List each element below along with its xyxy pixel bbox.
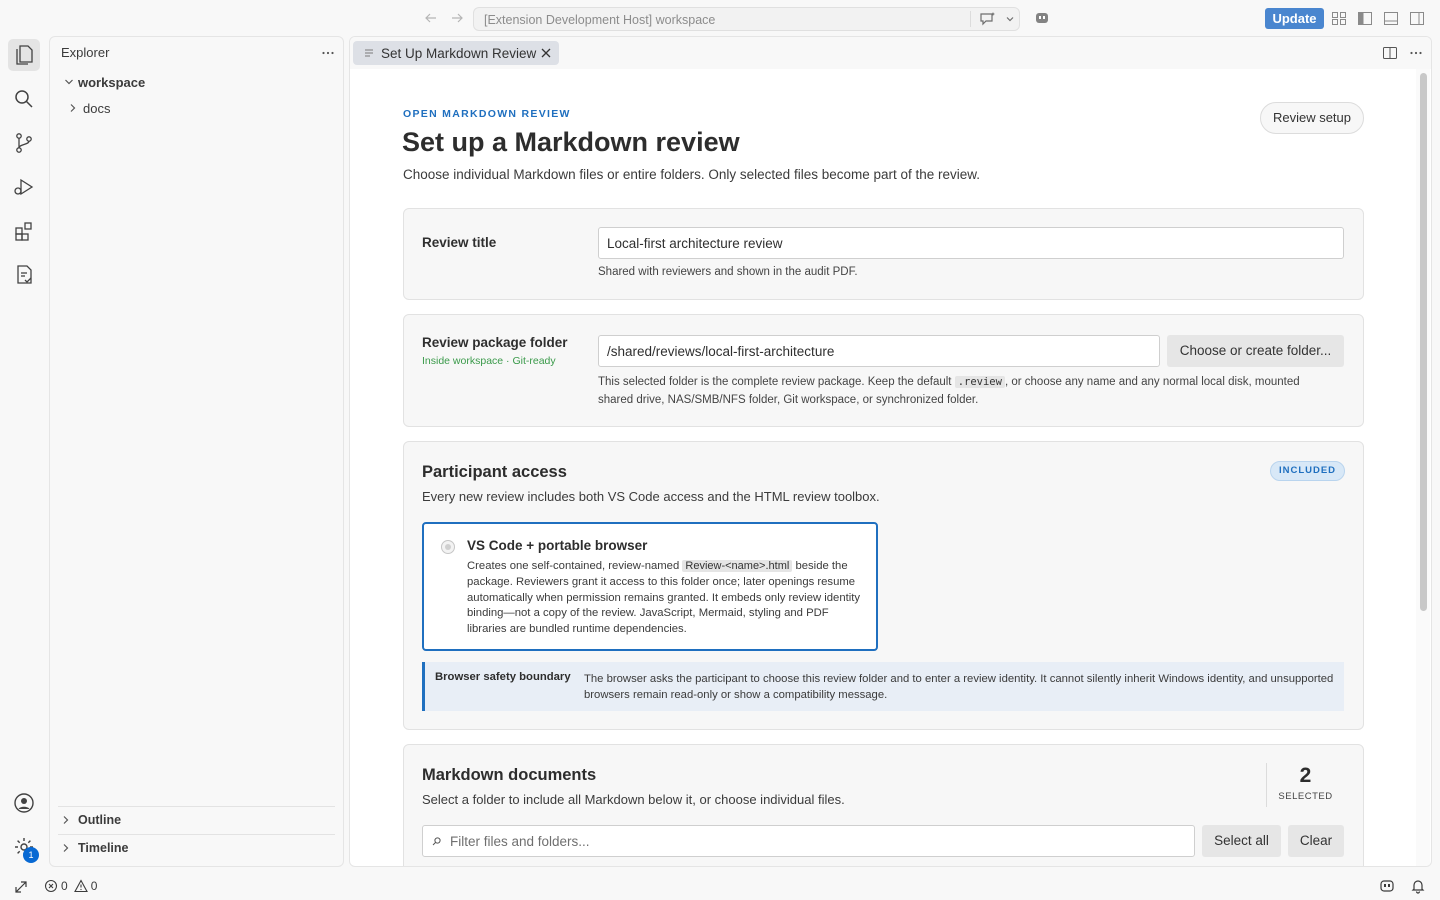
review-title-hint: Shared with reviewers and shown in the a… [598,266,858,278]
more-actions-icon[interactable] [1408,45,1424,61]
safety-label: Browser safety boundary [435,671,571,683]
chevron-down-icon [61,74,77,90]
documents-subtitle: Select a folder to include all Markdown … [422,792,845,807]
participant-access-title: Participant access [422,463,567,481]
choose-folder-button[interactable]: Choose or create folder... [1167,335,1344,367]
copilot-status-icon[interactable] [1379,878,1395,894]
activity-bar: 1 [0,36,48,867]
chevron-down-icon[interactable] [1004,13,1016,25]
review-setup-button[interactable]: Review setup [1260,102,1364,134]
package-folder-status: Inside workspace · Git-ready [422,355,556,367]
customize-layout-icon[interactable] [1331,11,1347,26]
title-bar: [Extension Development Host] workspace U… [0,0,1440,36]
toggle-panel-icon[interactable] [1383,11,1399,26]
package-folder-label: Review package folder [422,335,568,350]
page-subtitle: Choose individual Markdown files or enti… [403,167,981,182]
explorer-icon[interactable] [8,39,40,71]
command-center[interactable]: [Extension Development Host] workspace [473,7,1020,31]
documents-title: Markdown documents [422,766,597,784]
run-debug-icon[interactable] [8,171,40,203]
toggle-secondary-sidebar-icon[interactable] [1409,11,1425,26]
vscode-portable-browser-option[interactable]: VS Code + portable browser Creates one s… [422,522,878,651]
filter-files-input[interactable]: Filter files and folders... [422,825,1195,857]
error-count: 0 [61,879,68,893]
status-bar: 0 0 [0,872,1440,900]
chat-icon[interactable] [979,11,997,27]
command-center-text: [Extension Development Host] workspace [484,13,716,27]
selected-count-number: 2 [1299,764,1312,787]
editor-area: Set Up Markdown Review OPEN MARKDOWN REV… [349,36,1432,867]
sidebar-title: Explorer [61,45,110,60]
hint-line1-suffix: , or choose any name and any normal loca… [1004,376,1300,388]
preview-file-icon [362,46,376,60]
hint-prefix: This selected folder is the complete rev… [598,376,955,388]
hint-line2: shared drive, NAS/SMB/NFS folder, Git wo… [598,394,979,406]
update-button[interactable]: Update [1265,8,1324,29]
timeline-label: Timeline [78,840,129,855]
option-radio[interactable] [441,540,455,554]
markdown-review-icon[interactable] [8,259,40,291]
package-folder-hint: This selected folder is the complete rev… [598,373,1348,409]
review-title-label: Review title [422,235,497,250]
browser-safety-callout: Browser safety boundary The browser asks… [422,662,1344,711]
selected-count: 2 SELECTED [1266,763,1344,807]
outline-section[interactable]: Outline [58,806,335,832]
chevron-right-icon [58,812,74,828]
included-badge: INCLUDED [1270,461,1345,481]
close-icon[interactable] [539,46,553,60]
notifications-bell-icon[interactable] [1410,878,1426,894]
option-desc-prefix: Creates one self-contained, review-named [467,560,683,572]
tree-item-label: docs [83,100,111,116]
back-arrow-icon[interactable] [423,10,439,26]
tree-root-label: workspace [78,74,146,90]
option-title: VS Code + portable browser [467,538,648,553]
page-title: Set up a Markdown review [402,127,740,157]
markdown-documents-card: Markdown documents Select a folder to in… [403,744,1364,866]
select-all-button[interactable]: Select all [1202,825,1281,857]
remote-indicator-icon[interactable] [13,879,29,895]
participant-access-subtitle: Every new review includes both VS Code a… [422,489,880,504]
search-icon[interactable] [8,83,40,115]
command-center-divider [970,11,971,27]
tab-set-up-markdown-review[interactable]: Set Up Markdown Review [353,41,559,65]
copilot-icon[interactable] [1033,10,1051,26]
tree-root-workspace[interactable]: workspace [61,71,145,93]
extensions-icon[interactable] [8,215,40,247]
filter-placeholder: Filter files and folders... [450,834,590,849]
source-control-icon[interactable] [8,127,40,159]
eyebrow-label: OPEN MARKDOWN REVIEW [403,108,571,120]
problems-indicator[interactable]: 0 0 [44,878,97,894]
tab-strip: Set Up Markdown Review [350,37,1431,69]
hint-code: .review [954,376,1005,388]
option-desc-code: Review-<name>.html [682,560,793,572]
review-title-input[interactable]: Local-first architecture review [598,227,1344,259]
warning-count: 0 [90,879,98,893]
explorer-sidebar: Explorer workspace docs Outline Timeline [49,36,344,867]
forward-arrow-icon[interactable] [449,10,465,26]
timeline-section[interactable]: Timeline [58,834,335,860]
search-icon [431,836,442,847]
error-icon [44,879,61,893]
tab-label: Set Up Markdown Review [381,45,537,61]
split-editor-icon[interactable] [1382,45,1398,61]
chevron-right-icon [58,840,74,856]
more-actions-icon[interactable] [320,45,336,61]
chevron-right-icon [65,100,81,116]
package-folder-input[interactable]: /shared/reviews/local-first-architecture [598,335,1160,367]
toggle-primary-sidebar-icon[interactable] [1357,11,1373,26]
package-folder-card: Review package folder Inside workspace ·… [403,314,1364,427]
outline-label: Outline [78,812,122,827]
clear-button[interactable]: Clear [1288,825,1344,857]
scrollbar-thumb[interactable] [1420,73,1427,611]
tree-item-docs[interactable]: docs [65,97,110,119]
account-icon[interactable] [8,787,40,819]
warning-icon [73,879,91,893]
option-description: Creates one self-contained, review-named… [467,559,867,638]
settings-badge: 1 [23,847,39,863]
review-title-card: Review title Local-first architecture re… [403,208,1364,300]
safety-text: The browser asks the participant to choo… [584,673,1334,701]
selected-count-label: SELECTED [1278,791,1333,802]
participant-access-card: Participant access INCLUDED Every new re… [403,441,1364,730]
